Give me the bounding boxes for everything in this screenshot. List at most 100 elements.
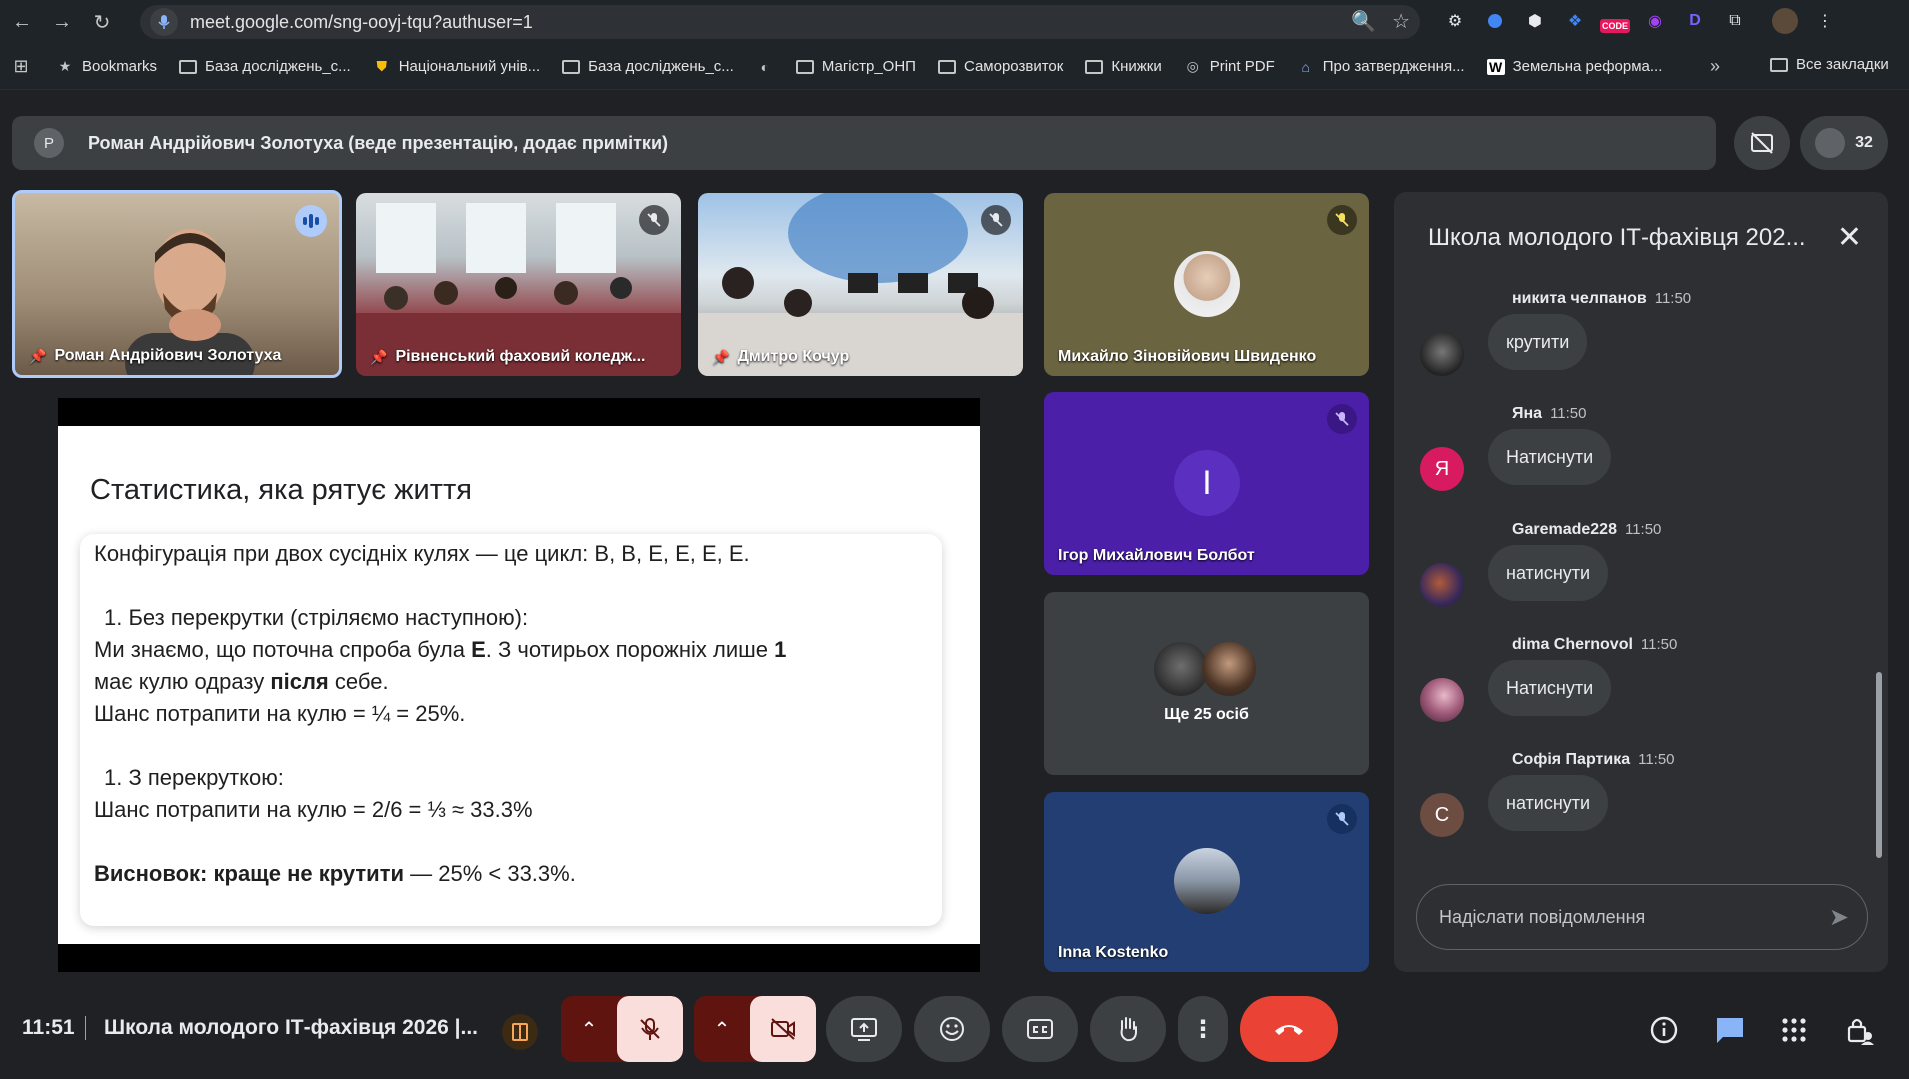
extensions-puzzle-icon[interactable]: ⧉ — [1720, 6, 1750, 36]
extension-d-icon[interactable]: D — [1680, 6, 1710, 36]
bookmarks-overflow-icon[interactable]: » — [1710, 56, 1720, 77]
chat-scrollbar[interactable] — [1876, 672, 1882, 858]
presentation-area: Статистика, яка рятує життя Конфігурація… — [58, 398, 980, 972]
captions-button[interactable] — [1002, 996, 1078, 1062]
meeting-name: Школа молодого ІТ-фахівця 2026 |... — [104, 1016, 479, 1039]
reactions-button[interactable] — [914, 996, 990, 1062]
camera-control: ⌃ — [694, 996, 816, 1062]
close-icon[interactable]: ✕ — [1837, 220, 1862, 255]
message-author: Яна — [1512, 405, 1543, 422]
avatar — [1420, 678, 1464, 722]
chat-button[interactable] — [1712, 1012, 1748, 1048]
extension-puzzle-blue-icon[interactable]: ❖ — [1560, 6, 1590, 36]
participant-tile-ihor[interactable]: І Ігор Михайлович Болбот — [1044, 392, 1369, 575]
participant-tile-mykhailo[interactable]: Михайло Зіновійович Швиденко — [1044, 193, 1369, 376]
back-button[interactable]: ← — [4, 4, 40, 40]
current-time: 11:51 — [22, 1016, 75, 1039]
bookmark-item[interactable]: База досліджень_с... — [179, 58, 351, 75]
presenter-banner: Р Роман Андрійович Золотуха (веде презен… — [12, 116, 1716, 170]
bookmark-item[interactable]: Магістр_ОНП — [795, 58, 916, 75]
all-bookmarks-button[interactable]: Все закладки — [1770, 56, 1889, 73]
message-author: dima Chernovol — [1512, 636, 1633, 653]
folder-icon — [1770, 57, 1788, 73]
host-controls-button[interactable] — [1842, 1012, 1878, 1048]
document-icon[interactable] — [502, 1014, 538, 1050]
message-bubble: натиснути — [1488, 545, 1609, 601]
bookmark-item[interactable]: Книжки — [1085, 58, 1162, 75]
leave-call-button[interactable] — [1240, 996, 1338, 1062]
meeting-details-button[interactable] — [1646, 1012, 1682, 1048]
zoom-icon[interactable]: 🔍 — [1351, 9, 1376, 34]
avatar — [1154, 642, 1208, 696]
forward-button[interactable]: → — [44, 4, 80, 40]
hide-tiles-button[interactable] — [1734, 116, 1790, 170]
bookmark-item[interactable]: W Земельна реформа... — [1486, 58, 1662, 75]
participant-tile-inna[interactable]: Inna Kostenko — [1044, 792, 1369, 972]
chat-message-input[interactable]: Надіслати повідомлення ➤ — [1416, 884, 1868, 950]
pin-icon: 📌 — [370, 348, 388, 365]
activities-button[interactable] — [1776, 1012, 1812, 1048]
tile-name: Рівненський фаховий коледж... — [395, 348, 646, 365]
chat-panel: Школа молодого ІТ-фахівця 202... ✕ никит… — [1394, 192, 1888, 972]
chat-input-placeholder: Надіслати повідомлення — [1439, 906, 1646, 927]
bookmark-item[interactable]: ★ Bookmarks — [56, 58, 157, 75]
camera-options-button[interactable]: ⌃ — [694, 996, 750, 1062]
bookmark-item[interactable]: ◎ Print PDF — [1184, 58, 1275, 75]
raise-hand-button[interactable] — [1090, 996, 1166, 1062]
reload-button[interactable]: ↻ — [84, 4, 120, 40]
extension-code-icon[interactable]: CODE — [1600, 6, 1630, 36]
site-info-icon[interactable] — [150, 8, 178, 36]
bookmark-item[interactable]: ⌂ Про затвердження... — [1297, 58, 1465, 75]
apps-grid-icon[interactable]: ⊞ — [6, 52, 36, 82]
no-video-grid-icon — [1751, 132, 1773, 154]
hand-icon — [1120, 1017, 1137, 1042]
bookmark-item[interactable]: ⛊ Національний унів... — [373, 58, 540, 75]
avatar — [1174, 848, 1240, 914]
hang-up-icon — [1275, 1025, 1303, 1035]
participant-tile-dmytro[interactable]: 📌 Дмитро Кочур — [698, 193, 1023, 376]
more-options-button[interactable]: ⋮ — [1178, 996, 1228, 1062]
bookmark-item[interactable]: Саморозвиток — [937, 58, 1063, 75]
slide-title: Статистика, яка рятує життя — [90, 474, 472, 506]
message-time: 11:50 — [1638, 751, 1675, 768]
mic-options-button[interactable]: ⌃ — [561, 996, 617, 1062]
bookmark-item[interactable]: ◐ — [756, 59, 774, 75]
browser-menu-icon[interactable]: ⋮ — [1810, 6, 1840, 36]
folder-icon — [562, 59, 581, 75]
participant-tile-college[interactable]: 📌 Рівненський фаховий коледж... — [356, 193, 681, 376]
camera-toggle-button[interactable] — [750, 996, 816, 1062]
mic-toggle-button[interactable] — [617, 996, 683, 1062]
more-participants-tile[interactable]: Ще 25 осіб — [1044, 592, 1369, 775]
w-icon: W — [1486, 58, 1505, 75]
tile-name: Дмитро Кочур — [737, 348, 850, 365]
captions-icon — [1027, 1019, 1053, 1039]
extension-signal-icon[interactable]: ◉ — [1640, 6, 1670, 36]
profile-avatar[interactable] — [1770, 6, 1800, 36]
present-screen-button[interactable] — [826, 996, 902, 1062]
microphone-control: ⌃ — [561, 996, 683, 1062]
extension-hex-icon[interactable]: ⬢ — [1520, 6, 1550, 36]
pin-icon: 📌 — [712, 348, 730, 365]
slide-text: має кулю одразу після себе. — [94, 669, 389, 694]
bookmark-star-icon[interactable]: ☆ — [1392, 9, 1410, 34]
tile-name: Роман Андрійович Золотуха — [54, 347, 282, 364]
mic-off-icon — [1327, 404, 1357, 434]
send-icon[interactable]: ➤ — [1829, 903, 1849, 932]
people-icon — [1815, 128, 1846, 158]
tile-name: Inna Kostenko — [1058, 944, 1169, 961]
star-icon: ★ — [58, 58, 72, 74]
bookmark-item[interactable]: База досліджень_с... — [562, 58, 734, 75]
extension-dot-icon[interactable] — [1480, 6, 1510, 36]
slide-list-item: 1. Без перекрутки (стріляємо наступною): — [104, 605, 529, 630]
slide-content-box: Конфігурація при двох сусідніх кулях — ц… — [80, 534, 942, 926]
participant-tile-presenter[interactable]: 📌 Роман Андрійович Золотуха — [12, 190, 342, 378]
address-bar[interactable]: meet.google.com/sng-ooyj-tqu?authuser=1 … — [140, 5, 1420, 39]
pin-icon: 📌 — [29, 347, 47, 364]
participants-button[interactable]: 32 — [1800, 116, 1888, 170]
speaking-indicator-icon — [295, 205, 327, 237]
meeting-controls-bar: 11:51 Школа молодого ІТ-фахівця 2026 |..… — [0, 990, 1909, 1079]
slide-text: Шанс потрапити на кулю = ¼ = 25%. — [94, 701, 466, 726]
mic-off-icon — [981, 205, 1011, 235]
message-bubble: натиснути — [1488, 775, 1609, 831]
extension-gear-icon[interactable]: ⚙ — [1440, 6, 1470, 36]
